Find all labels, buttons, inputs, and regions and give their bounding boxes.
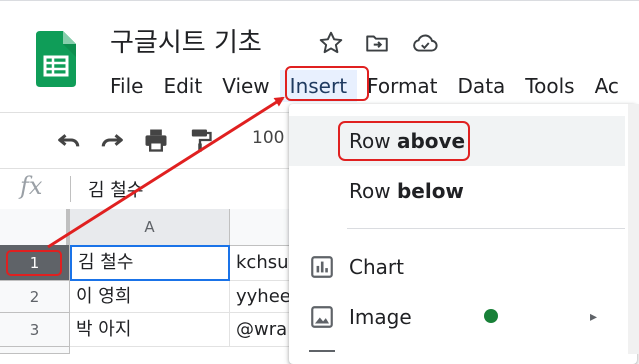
menu-tools[interactable]: Tools <box>515 70 584 102</box>
menu-item-chart[interactable]: Chart <box>289 242 625 292</box>
redo-icon[interactable] <box>98 126 126 154</box>
menu-edit[interactable]: Edit <box>153 70 212 102</box>
select-all-corner[interactable] <box>0 209 70 245</box>
star-icon[interactable] <box>318 30 344 56</box>
formula-input[interactable]: 김 철수 <box>88 176 143 202</box>
image-label: Image <box>349 305 412 329</box>
insert-highlight-box <box>285 66 369 101</box>
formula-divider <box>70 176 71 202</box>
row-below-bold: below <box>396 179 464 203</box>
cell-a1[interactable]: 김 철수 <box>70 245 230 281</box>
row-below-prefix: Row <box>349 179 397 203</box>
row1-highlight-box <box>6 250 62 276</box>
document-title[interactable]: 구글시트 기초 <box>110 22 262 59</box>
undo-icon[interactable] <box>55 126 83 154</box>
menu-view[interactable]: View <box>212 70 279 102</box>
row-header-2[interactable]: 2 <box>0 281 70 313</box>
fx-icon: fx <box>20 172 43 200</box>
new-feature-dot-icon <box>484 309 498 323</box>
row-above-highlight-box <box>338 121 470 161</box>
cell-a2[interactable]: 이 영희 <box>70 281 230 313</box>
next-item-icon <box>309 350 335 356</box>
menu-item-next[interactable] <box>289 342 625 354</box>
menu-format[interactable]: Format <box>357 70 447 102</box>
menu-separator <box>347 228 625 229</box>
menu-scrollbar[interactable] <box>628 104 639 354</box>
paint-format-icon[interactable] <box>186 126 214 154</box>
sheets-logo-icon[interactable] <box>36 31 76 87</box>
top-border <box>0 0 639 1</box>
column-header-a[interactable]: A <box>70 209 230 245</box>
menu-addons[interactable]: Ac <box>585 70 629 102</box>
menu-file[interactable]: File <box>100 70 153 102</box>
cloud-saved-icon[interactable] <box>411 30 438 56</box>
cell-a3[interactable]: 박 아지 <box>70 313 230 347</box>
image-icon <box>309 304 335 335</box>
chart-label: Chart <box>349 255 404 279</box>
row-header-4[interactable] <box>0 347 70 354</box>
zoom-level[interactable]: 100 <box>252 128 284 148</box>
menu-item-image[interactable]: Image <box>289 292 625 342</box>
menu-item-row-below[interactable]: Row below <box>289 166 625 216</box>
move-to-folder-icon[interactable] <box>364 30 390 56</box>
menu-data[interactable]: Data <box>448 70 516 102</box>
print-icon[interactable] <box>142 126 170 154</box>
chart-icon <box>309 254 335 285</box>
row-header-3[interactable]: 3 <box>0 313 70 347</box>
submenu-arrow-icon: ▸ <box>590 309 598 325</box>
